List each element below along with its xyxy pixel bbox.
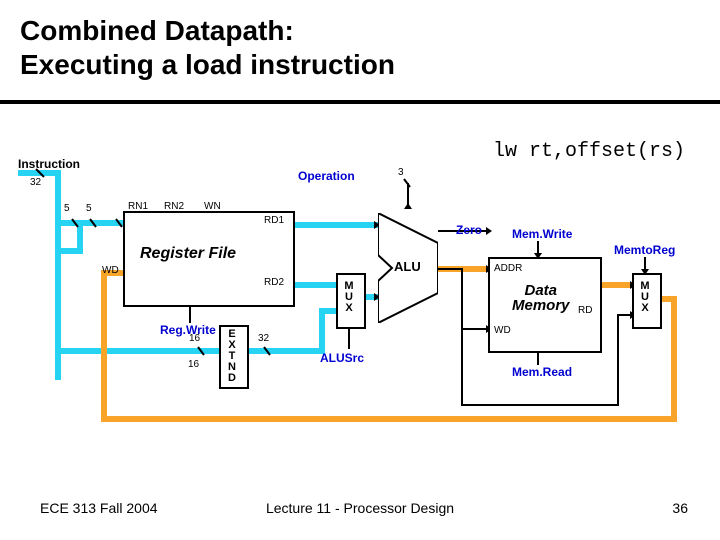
- wd2-label: WD: [494, 325, 511, 336]
- bits-16: 16: [189, 333, 200, 344]
- alusrc-label: ALUSrc: [320, 351, 364, 365]
- operation-label: Operation: [298, 169, 355, 183]
- datapath-diagram: Instruction 32 5 5 RN1 RN2 WN RD1 RD2 WD…: [18, 165, 702, 455]
- rn2-label: RN2: [164, 201, 184, 212]
- regwrite-label: Reg.Write: [160, 323, 216, 337]
- extend-text: E X T N D: [219, 329, 245, 384]
- bits-32b: 32: [258, 333, 269, 344]
- memwrite-label: Mem.Write: [512, 227, 572, 241]
- alu-label: ALU: [394, 259, 421, 274]
- bits-5b: 5: [86, 203, 92, 214]
- mux1-text: M U X: [336, 281, 362, 314]
- title-line-2: Executing a load instruction: [20, 49, 395, 80]
- register-file-label: Register File: [140, 245, 236, 263]
- instruction-code: lw rt,offset(rs): [493, 140, 685, 163]
- bits-32: 32: [30, 177, 41, 188]
- mux2-text: M U X: [632, 281, 658, 314]
- bits-5a: 5: [64, 203, 70, 214]
- zero-label: Zero: [456, 223, 482, 237]
- slide: Combined Datapath: Executing a load inst…: [0, 0, 720, 540]
- data-memory-label: Data Memory: [512, 283, 570, 313]
- bits-3: 3: [398, 167, 404, 178]
- title-line-1: Combined Datapath:: [20, 15, 294, 46]
- instruction-label: Instruction: [18, 157, 80, 171]
- footer-page-number: 36: [672, 500, 688, 516]
- rd-label: RD: [578, 305, 592, 316]
- wn-label: WN: [204, 201, 221, 212]
- sixteen-label: 16: [188, 359, 199, 370]
- rd2-label: RD2: [264, 277, 284, 288]
- footer-center: Lecture 11 - Processor Design: [0, 500, 720, 516]
- rd1-label: RD1: [264, 215, 284, 226]
- wd-label: WD: [102, 265, 119, 276]
- rn1-label: RN1: [128, 201, 148, 212]
- addr-label: ADDR: [494, 263, 522, 274]
- slide-title: Combined Datapath: Executing a load inst…: [20, 14, 395, 81]
- memread-label: Mem.Read: [512, 365, 572, 379]
- memtoreg-label: MemtoReg: [614, 243, 675, 257]
- title-rule: [0, 100, 720, 104]
